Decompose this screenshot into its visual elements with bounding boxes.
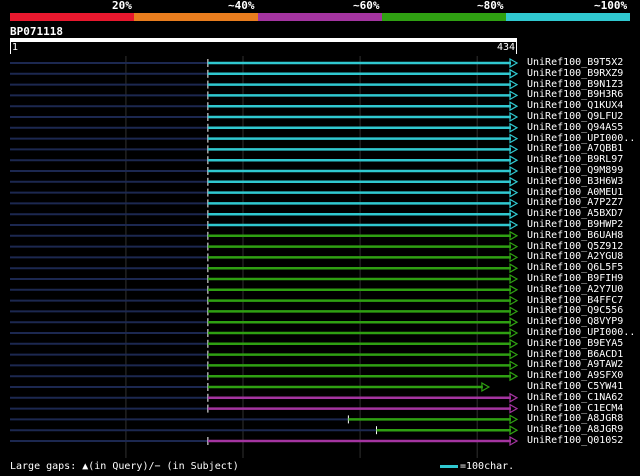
hit-label[interactable]: UniRef100_A2YGU8 [527, 251, 623, 262]
alignment-arrow [509, 101, 519, 112]
alignment-arrow [509, 360, 519, 371]
hit-label[interactable]: UniRef100_A9SFX0 [527, 370, 623, 381]
alignment-arrow [509, 68, 519, 79]
alignment-arrow [509, 155, 519, 166]
scale-legend: =100char. [440, 461, 514, 473]
hit-label[interactable]: UniRef100_B9H3R6 [527, 89, 623, 100]
large-gaps-legend: Large gaps: ▲(in Query)/− (in Subject) [10, 461, 239, 472]
hit-label[interactable]: UniRef100_B9EYA5 [527, 338, 623, 349]
hit-label[interactable]: UniRef100_B9HWP2 [527, 219, 623, 230]
alignment-arrow [509, 327, 519, 339]
alignment-arrow [509, 187, 519, 198]
alignment-arrow [509, 230, 519, 241]
hit-label[interactable]: UniRef100_UPI000.. [527, 133, 635, 144]
alignment-arrow [509, 273, 519, 285]
hit-label[interactable]: UniRef100_Q5Z912 [527, 241, 623, 252]
alignment-arrow [509, 241, 519, 252]
hit-label[interactable]: UniRef100_UPI000.. [527, 327, 635, 338]
alignment-arrow [509, 198, 519, 209]
hit-label[interactable]: UniRef100_A8JGR9 [527, 424, 623, 435]
alignment-arrow [509, 403, 519, 414]
alignment-arrow [509, 295, 519, 306]
hit-label[interactable]: UniRef100_Q9LFU2 [527, 111, 623, 122]
hit-label[interactable]: UniRef100_B9RL97 [527, 154, 623, 165]
alignment-arrow [509, 144, 519, 155]
hit-label[interactable]: UniRef100_Q94AS5 [527, 122, 623, 133]
alignment-arrow [509, 371, 519, 382]
hit-label[interactable]: UniRef100_A9TAW2 [527, 359, 623, 370]
alignment-arrow [509, 176, 519, 187]
hit-label[interactable]: UniRef100_A8JGR8 [527, 413, 623, 424]
alignment-arrow [509, 349, 519, 360]
hit-label[interactable]: UniRef100_Q010S2 [527, 435, 623, 446]
alignment-arrow [509, 133, 519, 144]
alignment-arrow [509, 219, 519, 231]
alignment-arrow [509, 79, 519, 90]
alignment-arrow [509, 338, 519, 349]
alignment-arrow [509, 414, 519, 425]
hit-label[interactable]: UniRef100_A7QBB1 [527, 143, 623, 154]
hit-label[interactable]: UniRef100_Q9C556 [527, 305, 623, 316]
hit-label[interactable]: UniRef100_A0MEU1 [527, 187, 623, 198]
alignment-arrow [509, 392, 519, 403]
hit-label[interactable]: UniRef100_C5YW41 [527, 381, 623, 392]
hit-label[interactable]: UniRef100_Q6L5F5 [527, 262, 623, 273]
hit-label[interactable]: UniRef100_Q1KUX4 [527, 100, 623, 111]
scale-legend-label: =100char. [460, 461, 515, 472]
alignment-arrow [509, 317, 519, 328]
scale-swatch [440, 464, 458, 468]
hit-label[interactable]: UniRef100_B6UAH8 [527, 230, 623, 241]
alignment-arrow [509, 252, 519, 263]
hit-label[interactable]: UniRef100_B9T5X2 [527, 57, 623, 68]
hit-label[interactable]: UniRef100_A7P2Z7 [527, 197, 623, 208]
alignment-arrow [509, 284, 519, 295]
alignment-arrow [509, 306, 519, 317]
alignment-arrow [509, 57, 519, 69]
alignment-arrow [509, 209, 519, 220]
alignment-arrow [509, 435, 519, 447]
alignment-arrow [509, 165, 519, 177]
alignment-arrow [509, 90, 519, 101]
alignment-arrow [509, 425, 519, 436]
alignment-arrow [509, 263, 519, 274]
hit-label[interactable]: UniRef100_Q9M899 [527, 165, 623, 176]
hit-label[interactable]: UniRef100_B3H6W3 [527, 176, 623, 187]
hit-label[interactable]: UniRef100_A2Y7U0 [527, 284, 623, 295]
hit-label[interactable]: UniRef100_A5BXD7 [527, 208, 623, 219]
hit-label[interactable]: UniRef100_B9N1Z3 [527, 79, 623, 90]
hit-label[interactable]: UniRef100_B9RXZ9 [527, 68, 623, 79]
alignment-arrow [509, 122, 519, 133]
alignment-arrow [481, 381, 491, 393]
alignment-arrow [509, 111, 519, 123]
hit-label[interactable]: UniRef100_C1NA62 [527, 392, 623, 403]
hit-label[interactable]: UniRef100_B6ACD1 [527, 349, 623, 360]
hit-label[interactable]: UniRef100_B9FIH9 [527, 273, 623, 284]
hit-label[interactable]: UniRef100_B4FFC7 [527, 295, 623, 306]
hit-label[interactable]: UniRef100_Q8VYP9 [527, 316, 623, 327]
hit-label[interactable]: UniRef100_C1ECM4 [527, 403, 623, 414]
